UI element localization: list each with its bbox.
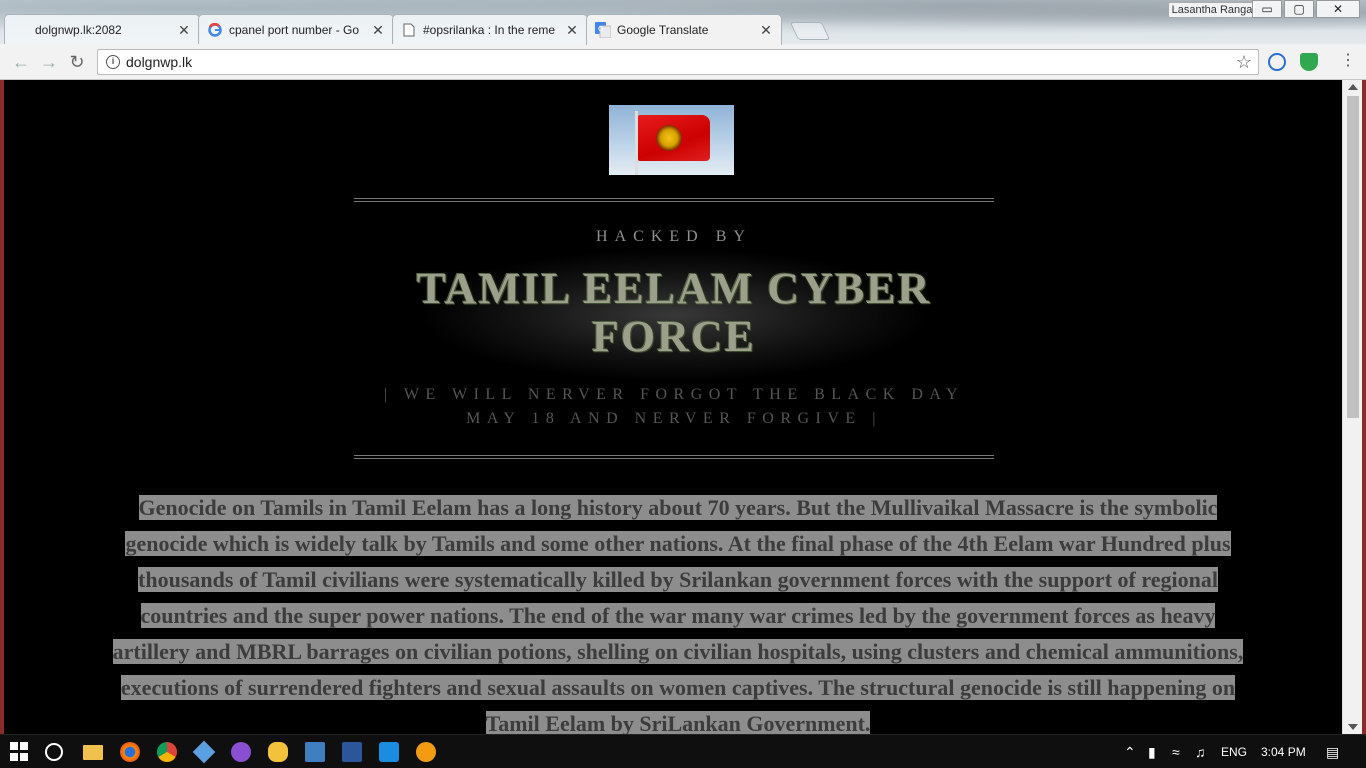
start-windows-icon[interactable] [10, 742, 30, 762]
wifi-icon[interactable]: ≈ [1172, 735, 1180, 768]
tray-chevron-up-icon[interactable]: ⌃ [1124, 735, 1136, 768]
scroll-down-icon[interactable] [1348, 724, 1358, 730]
file-explorer-icon[interactable] [83, 745, 103, 760]
tagline-line: | WE WILL NERVER FORGOT THE BLACK DAY [383, 386, 965, 403]
cortana-search-icon[interactable] [45, 743, 63, 761]
address-text[interactable]: dolgnwp.lk [126, 54, 192, 70]
paragraph-line: executions of surrendered fighters and s… [120, 675, 1236, 700]
divider-bottom [354, 455, 994, 459]
tab-strip: dolgnwp.lk:2082 ✕ cpanel port number - G… [4, 14, 831, 45]
info-icon[interactable]: i [106, 55, 120, 69]
battery-icon[interactable]: ▮ [1148, 735, 1156, 768]
tab-cpanel-search[interactable]: cpanel port number - Go ✕ [198, 14, 394, 45]
close-icon[interactable]: ✕ [565, 22, 579, 39]
forward-arrow-icon[interactable]: → [40, 53, 58, 71]
extension-sync-icon[interactable] [1268, 53, 1286, 71]
tab-opsrilanka[interactable]: #opsrilanka : In the reme ✕ [392, 14, 588, 45]
paragraph-line: countries and the super power nations. T… [140, 603, 1216, 628]
paragraph-line: thousands of Tamil civilians were system… [138, 567, 1218, 592]
tab-title: Google Translate [617, 23, 709, 37]
volume-icon[interactable]: ♫ [1195, 735, 1206, 768]
close-icon[interactable]: ✕ [177, 22, 191, 39]
notepad-plus-icon[interactable] [305, 742, 325, 762]
notifications-icon[interactable]: ▤ [1326, 735, 1339, 768]
scroll-up-icon[interactable] [1348, 84, 1358, 90]
svg-text:G: G [598, 25, 603, 33]
page-viewport: HACKED BY TAMIL EELAM CYBER FORCE | WE W… [4, 80, 1342, 734]
language-indicator[interactable]: ENG [1221, 735, 1247, 768]
close-icon[interactable]: ✕ [371, 22, 385, 39]
close-window-button[interactable]: ✕ [1316, 0, 1360, 18]
reload-icon[interactable]: ↻ [68, 53, 86, 71]
paragraph-line: Tamil Eelam by SriLankan Government. [485, 711, 871, 734]
close-icon[interactable]: ✕ [759, 22, 773, 39]
firefox-icon[interactable] [120, 742, 140, 762]
windows-taskbar: ⌃ ▮ ≈ ♫ ENG 3:04 PM ▤ [0, 734, 1366, 768]
hacked-by-label: HACKED BY [596, 228, 752, 245]
document-icon [401, 22, 417, 38]
settings-app-icon[interactable] [416, 742, 436, 762]
google-icon [207, 22, 223, 38]
menu-kebab-icon[interactable]: ⋮ [1340, 52, 1356, 70]
back-arrow-icon[interactable]: ← [12, 53, 30, 71]
paragraph-line: genocide which is widely talk by Tamils … [125, 531, 1231, 556]
browser-toolbar: ← → ↻ i dolgnwp.lk ☆ ⋮ [0, 44, 1366, 80]
tab-google-translate[interactable]: G Google Translate ✕ [586, 14, 782, 45]
tab-title: cpanel port number - Go [229, 23, 360, 37]
flag-image [609, 105, 734, 175]
teamviewer-icon[interactable] [379, 742, 399, 762]
blank-page-icon [13, 22, 29, 38]
new-tab-button[interactable] [789, 22, 831, 40]
google-translate-icon: G [595, 22, 611, 38]
paragraph-line: Genocide on Tamils in Tamil Eelam has a … [138, 495, 1218, 520]
tab-title: dolgnwp.lk:2082 [35, 23, 122, 37]
chrome-icon[interactable] [157, 742, 177, 762]
tab-dolgnwp-cpanel[interactable]: dolgnwp.lk:2082 ✕ [4, 14, 200, 45]
tagline-line: MAY 18 AND NERVER FORGIVE | [466, 410, 882, 427]
window-controls: ▭ ▢ ✕ [1250, 0, 1360, 18]
winscp-icon[interactable] [268, 742, 288, 762]
profile-name-button[interactable]: Lasantha Ranga [1168, 2, 1256, 18]
maximize-button[interactable]: ▢ [1284, 0, 1314, 18]
app-icon[interactable] [231, 742, 251, 762]
scroll-thumb[interactable] [1347, 96, 1359, 418]
minimize-button[interactable]: ▭ [1252, 0, 1282, 18]
bookmark-star-icon[interactable]: ☆ [1236, 52, 1252, 73]
virtualbox-icon[interactable] [192, 740, 216, 764]
vertical-scrollbar[interactable] [1342, 80, 1362, 734]
shield-extension-icon[interactable] [1300, 53, 1318, 71]
clock[interactable]: 3:04 PM [1261, 735, 1306, 768]
tab-title: #opsrilanka : In the reme [423, 23, 556, 37]
paragraph-line: artillery and MBRL barrages on civilian … [112, 639, 1244, 664]
divider-top [354, 198, 994, 202]
tagline: | WE WILL NERVER FORGOT THE BLACK DAY MA… [344, 383, 1004, 431]
genocide-paragraph: Genocide on Tamils in Tamil Eelam has a … [48, 490, 1308, 734]
window-border [1362, 80, 1366, 734]
word-icon[interactable] [342, 742, 362, 762]
page-title: TAMIL EELAM CYBER FORCE [416, 264, 932, 361]
address-bar[interactable]: i dolgnwp.lk ☆ [97, 49, 1259, 75]
